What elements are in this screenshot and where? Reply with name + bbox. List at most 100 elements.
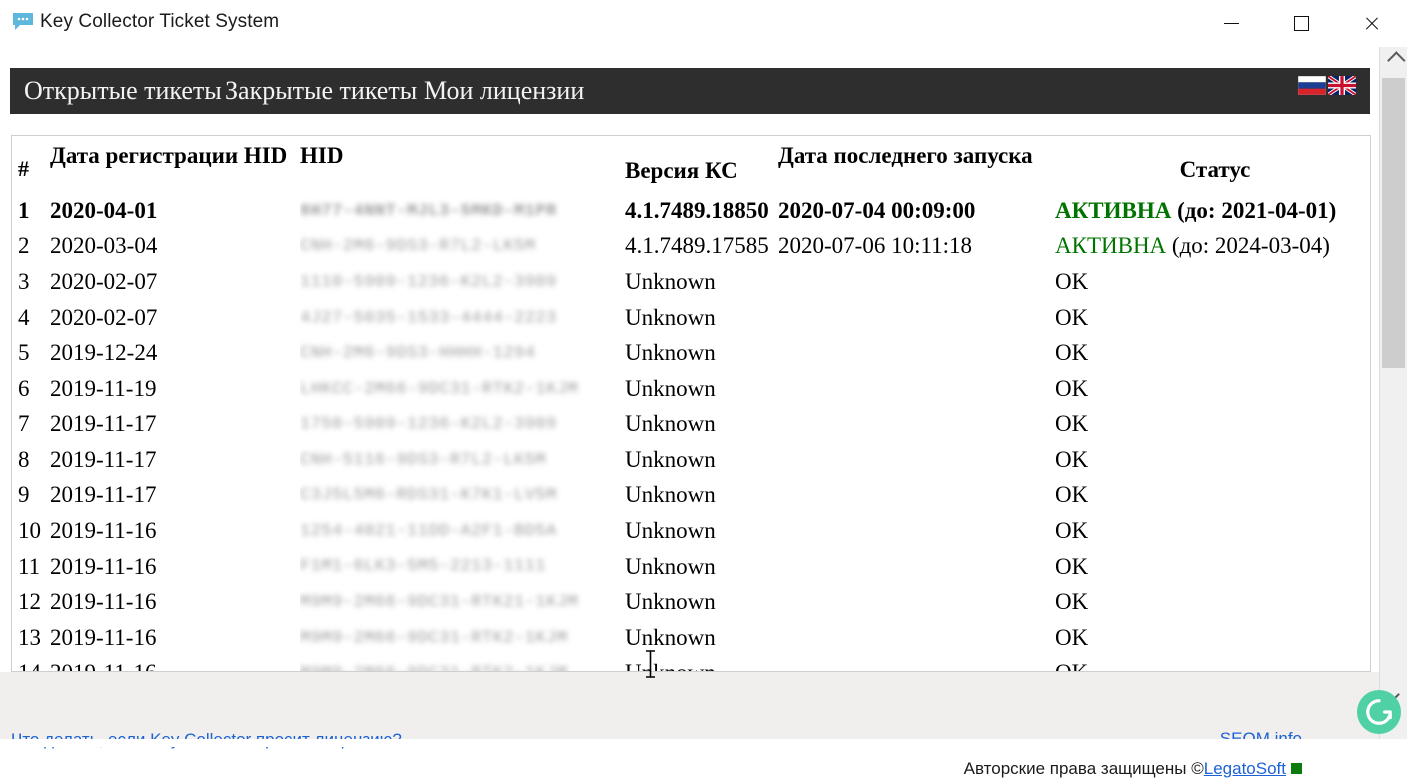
table-row[interactable]: 11 2019-11-16 F1M1-6LK3-5M5-2213-1111 Unkno… bbox=[12, 549, 1370, 585]
header-hid[interactable]: HID bbox=[300, 136, 625, 193]
cell-num: 6 bbox=[18, 375, 30, 401]
status-badge: OK bbox=[1055, 589, 1089, 615]
close-icon bbox=[1364, 16, 1379, 31]
minimize-button[interactable] bbox=[1208, 7, 1254, 39]
hid-blurred-text: CNH-2M6-9DS3-R7L2-LK5M bbox=[300, 237, 536, 257]
hid-blurred-text: M9M9-2M66-9DC31-RTK2-1KJM bbox=[300, 657, 568, 671]
nav-item-open-tickets[interactable]: Открытые тикеты bbox=[24, 76, 222, 106]
cell-hid-redacted: 4J27-5035-1533-4444-2223 bbox=[300, 300, 625, 336]
status-badge: OK bbox=[1055, 340, 1089, 366]
cell-num: 5 bbox=[18, 340, 30, 366]
cell-num: 7 bbox=[18, 411, 30, 437]
cell-version: Unknown bbox=[625, 340, 716, 366]
cell-regdate: 2019-11-19 bbox=[50, 375, 157, 401]
nav-item-my-licenses[interactable]: Мои лицензии bbox=[424, 76, 584, 106]
cell-num: 4 bbox=[18, 304, 30, 330]
cell-regdate: 2019-11-17 bbox=[50, 446, 157, 472]
status-badge: OK bbox=[1055, 624, 1089, 650]
table-row[interactable]: 1 2020-04-01 8H77-4NNT-MJL3-5MKD-M1PR 4.1.7… bbox=[12, 193, 1370, 229]
cell-lastrun bbox=[778, 442, 1055, 478]
header-status[interactable]: Статус bbox=[1055, 136, 1370, 193]
close-button[interactable] bbox=[1348, 7, 1394, 39]
cell-status: OK bbox=[1055, 442, 1370, 478]
table-row[interactable]: 13 2019-11-16 M9M9-2M66-9DC31-RTK2-1KJM Unk… bbox=[12, 620, 1370, 656]
table-row[interactable]: 142019-11-16M9M9-2M66-9DC31-RTK2-1KJM Unk… bbox=[12, 655, 1370, 671]
green-square-icon bbox=[1291, 763, 1302, 774]
table-row[interactable]: 9 2019-11-17 C3J5L5M6-RDS31-K7K1-LV5M Unkno… bbox=[12, 478, 1370, 514]
desktop-strip bbox=[0, 739, 1407, 747]
cell-lastrun bbox=[778, 655, 1055, 671]
header-lastrun[interactable]: Дата последнего запуска bbox=[778, 136, 1055, 193]
cell-regdate: 2019-11-16 bbox=[50, 655, 300, 671]
cell-regdate: 2020-02-07 bbox=[50, 269, 158, 295]
cell-regdate: 2019-11-17 bbox=[50, 411, 157, 437]
table-header-row: # Дата регистрации HID HID Версия КС Дат… bbox=[12, 136, 1370, 193]
hid-blurred-text: M9M9-2M66-9DC31-RTK21-1KJM bbox=[300, 593, 579, 613]
cell-num: 2 bbox=[18, 233, 30, 259]
nav-item-closed-tickets[interactable]: Закрытые тикеты bbox=[225, 76, 417, 106]
hid-blurred-text: 1254-4021-11DD-A2F1-BD5A bbox=[300, 521, 557, 541]
cell-regdate: 2020-03-04 bbox=[50, 233, 158, 259]
cell-status: OK bbox=[1055, 371, 1370, 407]
cell-lastrun bbox=[778, 406, 1055, 442]
cell-lastrun bbox=[778, 478, 1055, 514]
table-row[interactable]: 10 2019-11-16 1254-4021-11DD-A2F1-BD5A Unkn… bbox=[12, 513, 1370, 549]
table-row[interactable]: 4 2020-02-07 4J27-5035-1533-4444-2223 Unkno… bbox=[12, 300, 1370, 336]
header-num[interactable]: # bbox=[12, 136, 50, 193]
cell-version: Unknown bbox=[625, 553, 716, 579]
cell-regdate: 2019-11-17 bbox=[50, 482, 157, 508]
hid-blurred-text: 8H77-4NNT-MJL3-5MKD-M1PR bbox=[300, 201, 557, 221]
status-expiry: (до: 2024-03-04) bbox=[1166, 233, 1330, 259]
header-version[interactable]: Версия КС bbox=[625, 136, 778, 193]
cell-version: Unknown bbox=[625, 375, 716, 401]
hid-blurred-text: C3J5L5M6-RDS31-K7K1-LV5M bbox=[300, 486, 557, 506]
scroll-up-button[interactable] bbox=[1380, 47, 1407, 73]
copyright-text: Авторские права защищены ©LegatoSoft bbox=[964, 759, 1302, 779]
cell-hid-redacted: LHKCC-2M66-9DC31-RTK2-1KJM bbox=[300, 371, 625, 407]
hid-blurred-text: 1750-5909-1236-K2L2-3909 bbox=[300, 415, 557, 435]
status-badge: АКТИВНА bbox=[1055, 233, 1167, 259]
cell-hid-redacted: 8H77-4NNT-MJL3-5MKD-M1PR bbox=[300, 193, 625, 229]
cell-lastrun bbox=[778, 264, 1055, 300]
header-regdate[interactable]: Дата регистрации HID bbox=[50, 136, 300, 193]
cell-hid-redacted: F1M1-6LK3-5M5-2213-1111 bbox=[300, 549, 625, 585]
grammarly-icon[interactable] bbox=[1357, 690, 1401, 734]
cell-status: OK bbox=[1055, 335, 1370, 371]
cell-hid-redacted: M9M9-2M66-9DC31-RTK21-1KJM bbox=[300, 584, 625, 620]
main-navigation: Открытые тикеты Закрытые тикеты Мои лице… bbox=[10, 68, 1370, 114]
maximize-button[interactable] bbox=[1278, 7, 1324, 39]
cell-version: Unknown bbox=[625, 517, 716, 543]
page-content: Открытые тикеты Закрытые тикеты Мои лице… bbox=[0, 47, 1380, 778]
cell-lastrun bbox=[778, 549, 1055, 585]
speech-bubble-icon bbox=[13, 13, 33, 30]
table-row[interactable]: 7 2019-11-17 1750-5909-1236-K2L2-3909 Unkno… bbox=[12, 406, 1370, 442]
hid-blurred-text: 1110-5909-1236-K2L2-3909 bbox=[300, 272, 557, 292]
cell-lastrun bbox=[778, 335, 1055, 371]
page-footer: Что делать, если Key Collector просит ли… bbox=[0, 672, 1380, 778]
table-row[interactable]: 2 2020-03-04 CNH-2M6-9DS3-R7L2-LK5M 4.1.748… bbox=[12, 229, 1370, 265]
table-row[interactable]: 8 2019-11-17 CNH-5116-9DS3-R7L2-LK5M Unknow… bbox=[12, 442, 1370, 478]
cell-status: OK bbox=[1055, 300, 1370, 336]
cell-num: 1 bbox=[18, 197, 30, 223]
cell-hid-redacted: 1110-5909-1236-K2L2-3909 bbox=[300, 264, 625, 300]
cell-version: Unknown bbox=[625, 624, 716, 650]
cell-lastrun bbox=[778, 300, 1055, 336]
cell-status: OK bbox=[1055, 478, 1370, 514]
status-badge: OK bbox=[1055, 446, 1089, 472]
table-row[interactable]: 6 2019-11-19 LHKCC-2M66-9DC31-RTK2-1KJM Unk… bbox=[12, 371, 1370, 407]
table-row[interactable]: 5 2019-12-24 CNH-2M6-9DS3-HHHH-1294 Unknown… bbox=[12, 335, 1370, 371]
flag-ru-icon[interactable] bbox=[1297, 75, 1327, 96]
vertical-scrollbar[interactable] bbox=[1379, 47, 1407, 747]
status-badge: OK bbox=[1055, 304, 1089, 330]
table-row[interactable]: 3 2020-02-07 1110-5909-1236-K2L2-3909 Unkno… bbox=[12, 264, 1370, 300]
table-row[interactable]: 12 2019-11-16 M9M9-2M66-9DC31-RTK21-1KJM Un… bbox=[12, 584, 1370, 620]
cell-num: 11 bbox=[18, 553, 41, 579]
cell-hid-redacted: M9M9-2M66-9DC31-RTK2-1KJM bbox=[300, 655, 625, 671]
cell-regdate: 2020-04-01 bbox=[50, 197, 158, 223]
scrollbar-thumb[interactable] bbox=[1382, 78, 1405, 368]
flag-en-icon[interactable] bbox=[1326, 74, 1358, 97]
cell-hid-redacted: CNH-2M6-9DS3-R7L2-LK5M bbox=[300, 229, 625, 265]
legatosoft-link[interactable]: LegatoSoft bbox=[1204, 759, 1286, 778]
status-expiry: (до: 2021-04-01) bbox=[1171, 197, 1337, 223]
cell-lastrun: 2020-07-04 00:09:00 bbox=[778, 197, 976, 223]
